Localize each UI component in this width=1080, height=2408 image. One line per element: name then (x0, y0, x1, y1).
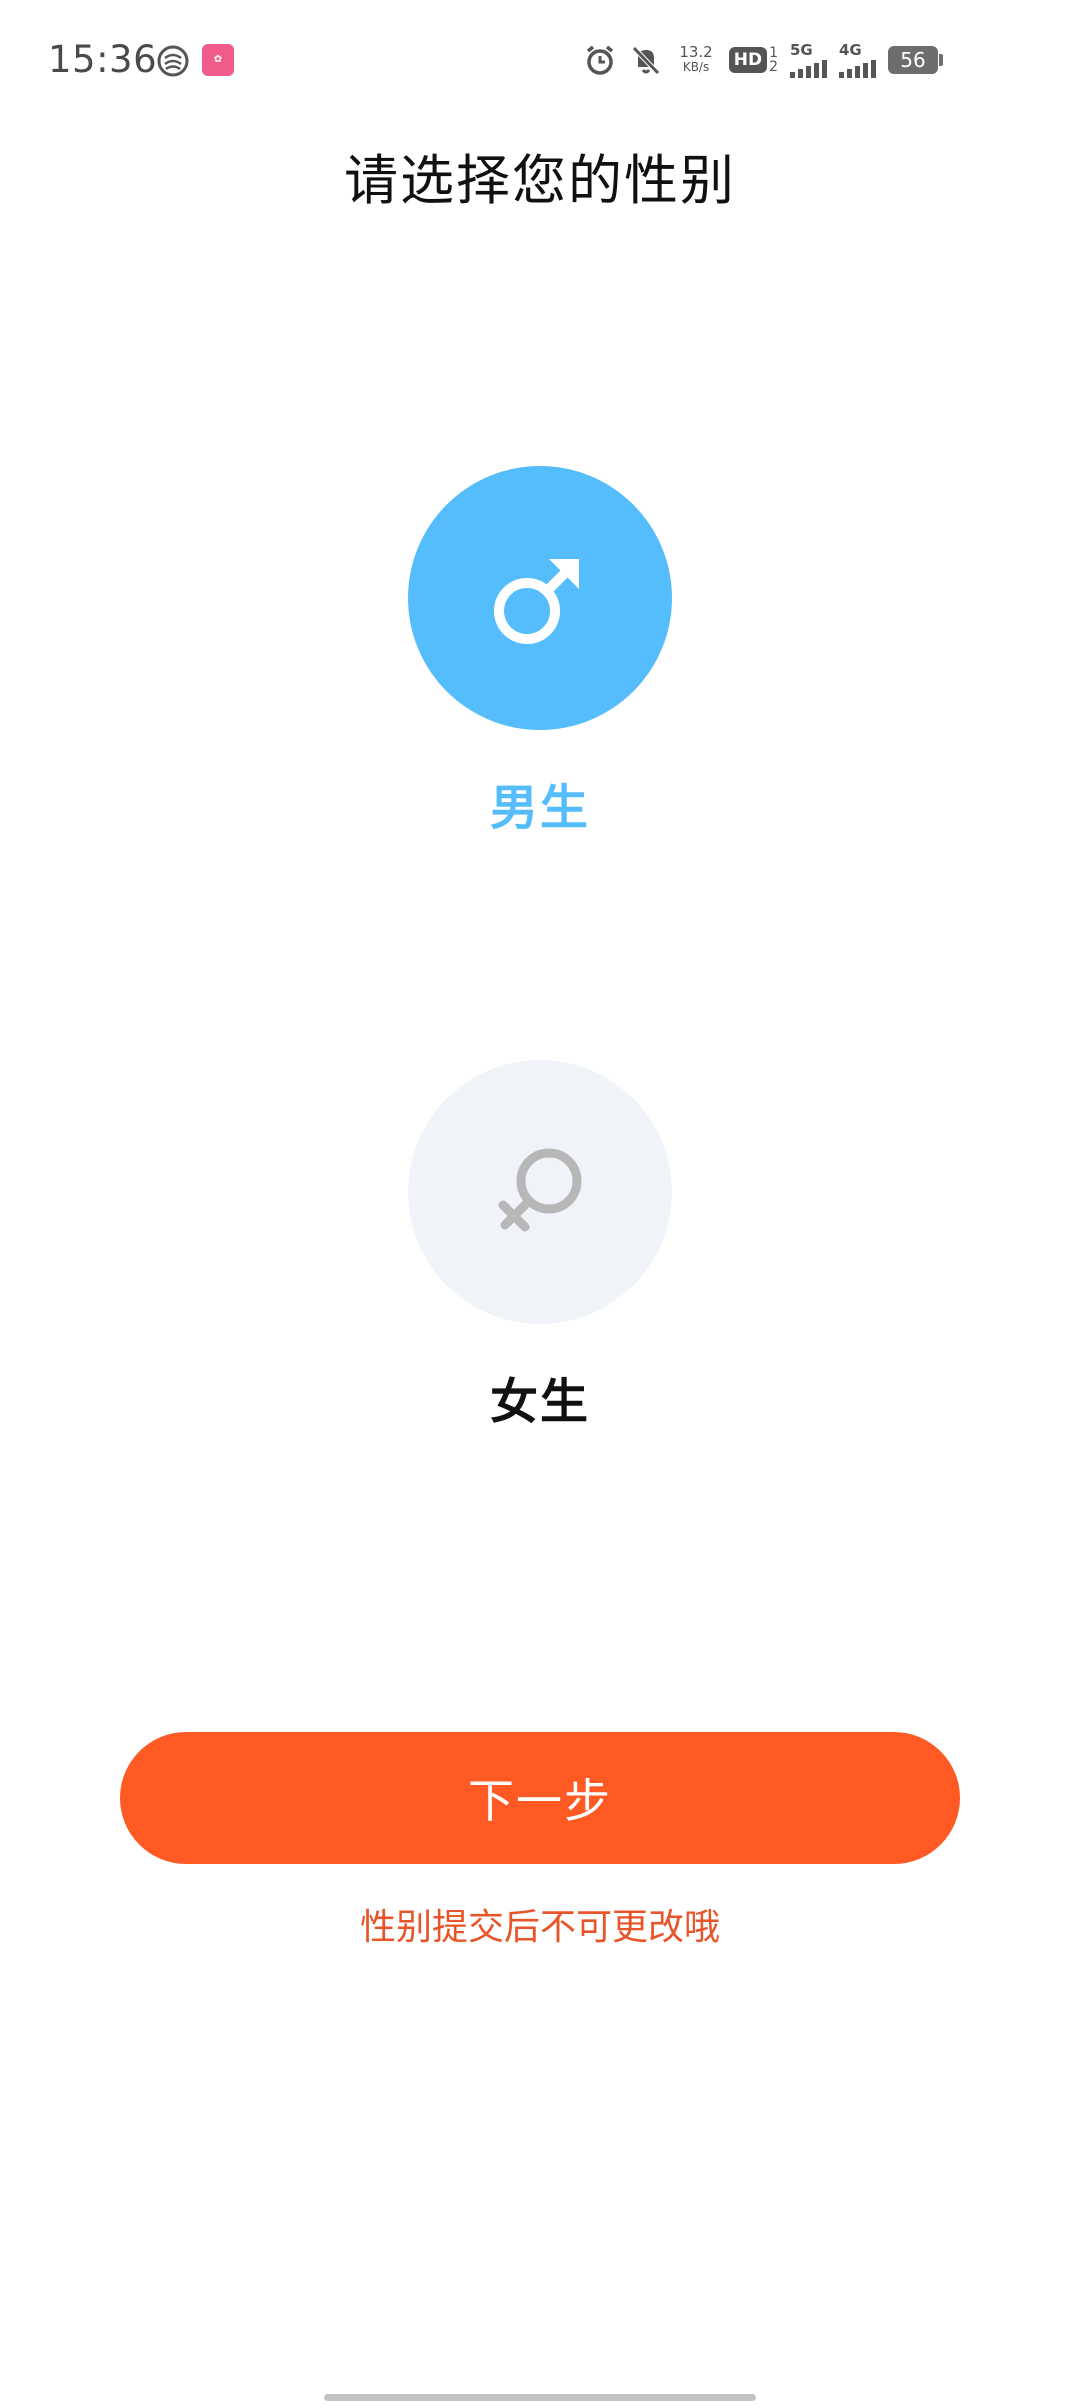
battery-level: 56 (900, 48, 926, 72)
status-indicators: 13.2 KB/s HD 1 2 5G 4G 56 (583, 40, 943, 80)
carrier-icon (157, 45, 189, 77)
male-option-circle[interactable] (408, 466, 672, 730)
female-label: 女生 (489, 1374, 590, 1430)
net-speed-value: 13.2 (679, 43, 713, 61)
gender-option-female[interactable]: 女生 (0, 1060, 1080, 1432)
hd-sub-top: 1 (769, 45, 778, 61)
signal-1-label: 5G (790, 40, 813, 59)
female-option-circle[interactable] (408, 1060, 672, 1324)
male-symbol-icon (494, 559, 579, 644)
signal-icon: 5G (790, 40, 827, 78)
alarm-icon (587, 45, 614, 75)
hd-sub-bottom: 2 (769, 59, 778, 75)
hd-sim-index: 1 2 (769, 46, 778, 74)
signal-icon: 4G (839, 40, 876, 78)
battery-icon: 56 (888, 46, 943, 74)
next-button[interactable]: 下一步 (120, 1732, 960, 1864)
home-indicator[interactable] (324, 2394, 756, 2401)
net-speed: 13.2 KB/s (679, 45, 712, 75)
status-bar: 15:36 ✿ 13.2 KB/s HD 1 2 5G 4G 56 (0, 0, 1080, 120)
hd-badge: HD (728, 47, 768, 73)
female-symbol-icon (498, 1148, 582, 1232)
male-label: 男生 (489, 780, 590, 836)
mute-icon (632, 46, 661, 75)
status-time: 15:36 (48, 38, 158, 81)
signal-2-label: 4G (839, 40, 862, 59)
gender-option-male[interactable]: 男生 (0, 466, 1080, 838)
app-notification-icon: ✿ (202, 44, 234, 76)
net-speed-unit: KB/s (682, 60, 710, 74)
gender-hint-text: 性别提交后不可更改哦 (359, 1907, 720, 1948)
page-title: 请选择您的性别 (344, 149, 736, 212)
